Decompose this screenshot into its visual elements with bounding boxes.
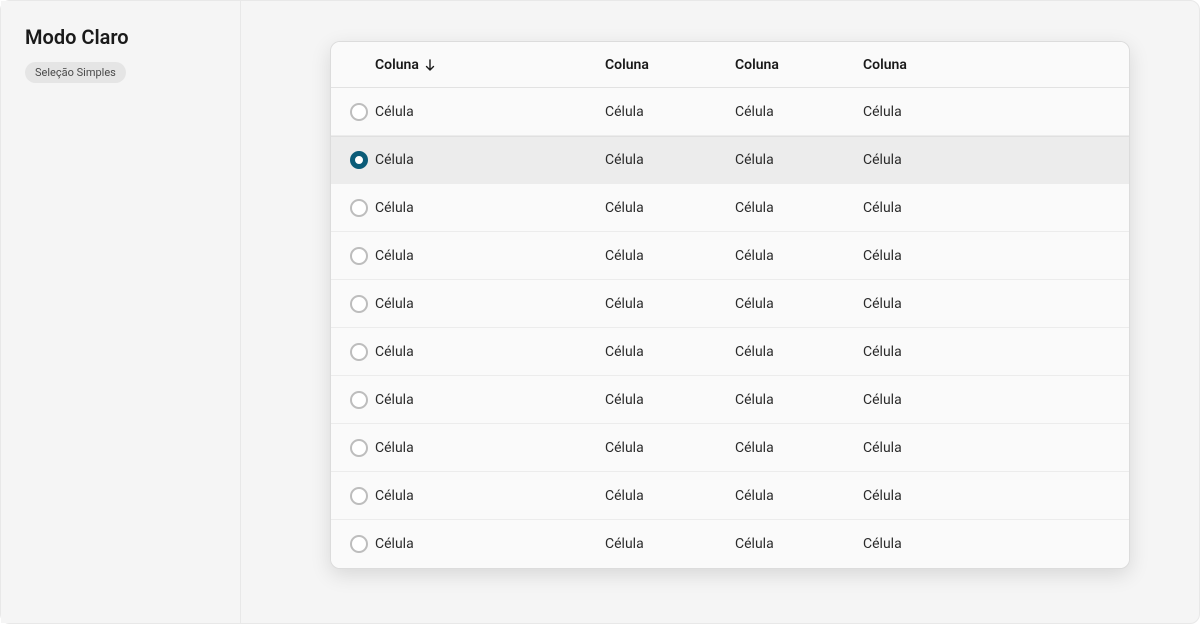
page-title: Modo Claro — [25, 25, 216, 49]
table-cell: Célula — [375, 440, 605, 456]
table-row[interactable]: CélulaCélulaCélulaCélula — [331, 88, 1129, 136]
table-cell: Célula — [375, 488, 605, 504]
table-cell: Célula — [735, 344, 863, 360]
table-cell: Célula — [735, 536, 863, 552]
table-cell: Célula — [863, 296, 991, 312]
table-cell: Célula — [605, 200, 735, 216]
table-cell: Célula — [735, 104, 863, 120]
table-row[interactable]: CélulaCélulaCélulaCélula — [331, 184, 1129, 232]
table-cell: Célula — [605, 104, 735, 120]
radio-cell — [331, 535, 375, 553]
table-cell: Célula — [735, 488, 863, 504]
table-cell: Célula — [863, 200, 991, 216]
table-cell: Célula — [605, 536, 735, 552]
table-cell: Célula — [605, 152, 735, 168]
row-radio[interactable] — [350, 199, 368, 217]
table-cell: Célula — [605, 296, 735, 312]
table-cell: Célula — [863, 488, 991, 504]
row-radio[interactable] — [350, 439, 368, 457]
table-row[interactable]: CélulaCélulaCélulaCélula — [331, 472, 1129, 520]
table-cell: Célula — [375, 344, 605, 360]
table-row[interactable]: CélulaCélulaCélulaCélula — [331, 136, 1129, 184]
radio-cell — [331, 103, 375, 121]
row-radio[interactable] — [350, 343, 368, 361]
column-header-1[interactable]: Coluna — [375, 57, 605, 73]
table-body: CélulaCélulaCélulaCélulaCélulaCélulaCélu… — [331, 88, 1129, 568]
table-cell: Célula — [863, 344, 991, 360]
radio-cell — [331, 199, 375, 217]
table-cell: Célula — [605, 392, 735, 408]
table-row[interactable]: CélulaCélulaCélulaCélula — [331, 520, 1129, 568]
column-header-label: Coluna — [375, 57, 419, 73]
table-cell: Célula — [605, 248, 735, 264]
column-header-3[interactable]: Coluna — [735, 57, 863, 73]
table-cell: Célula — [735, 152, 863, 168]
table-row[interactable]: CélulaCélulaCélulaCélula — [331, 424, 1129, 472]
table-cell: Célula — [863, 440, 991, 456]
sidebar: Modo Claro Seleção Simples — [1, 1, 241, 623]
table-cell: Célula — [375, 200, 605, 216]
table-cell: Célula — [863, 392, 991, 408]
table-cell: Célula — [735, 296, 863, 312]
data-table: Coluna Coluna Coluna Coluna Cél — [330, 41, 1130, 569]
row-radio[interactable] — [350, 151, 368, 169]
column-header-2[interactable]: Coluna — [605, 57, 735, 73]
table-cell: Célula — [375, 248, 605, 264]
table-cell: Célula — [375, 296, 605, 312]
table-cell: Célula — [605, 440, 735, 456]
column-header-label: Coluna — [605, 57, 649, 73]
table-cell: Célula — [605, 488, 735, 504]
table-cell: Célula — [605, 344, 735, 360]
radio-cell — [331, 487, 375, 505]
table-row[interactable]: CélulaCélulaCélulaCélula — [331, 328, 1129, 376]
table-cell: Célula — [735, 248, 863, 264]
table-cell: Célula — [863, 248, 991, 264]
row-radio[interactable] — [350, 487, 368, 505]
main-content: Coluna Coluna Coluna Coluna Cél — [241, 1, 1199, 623]
row-radio[interactable] — [350, 247, 368, 265]
radio-cell — [331, 439, 375, 457]
radio-cell — [331, 343, 375, 361]
column-header-label: Coluna — [735, 57, 779, 73]
table-cell: Célula — [863, 536, 991, 552]
table-cell: Célula — [735, 200, 863, 216]
table-cell: Célula — [735, 440, 863, 456]
radio-cell — [331, 295, 375, 313]
table-cell: Célula — [375, 152, 605, 168]
row-radio[interactable] — [350, 295, 368, 313]
row-radio[interactable] — [350, 535, 368, 553]
table-cell: Célula — [863, 152, 991, 168]
column-header-4[interactable]: Coluna — [863, 57, 991, 73]
table-cell: Célula — [863, 104, 991, 120]
table-row[interactable]: CélulaCélulaCélulaCélula — [331, 232, 1129, 280]
table-cell: Célula — [375, 392, 605, 408]
row-radio[interactable] — [350, 103, 368, 121]
table-cell: Célula — [375, 104, 605, 120]
radio-cell — [331, 151, 375, 169]
table-row[interactable]: CélulaCélulaCélulaCélula — [331, 376, 1129, 424]
table-cell: Célula — [735, 392, 863, 408]
sort-ascending-icon — [425, 58, 436, 71]
mode-chip: Seleção Simples — [25, 62, 126, 83]
table-cell: Célula — [375, 536, 605, 552]
app-frame: Modo Claro Seleção Simples Coluna Coluna — [0, 0, 1200, 624]
radio-cell — [331, 247, 375, 265]
table-row[interactable]: CélulaCélulaCélulaCélula — [331, 280, 1129, 328]
column-header-label: Coluna — [863, 57, 907, 73]
table-header-row: Coluna Coluna Coluna Coluna — [331, 42, 1129, 88]
radio-cell — [331, 391, 375, 409]
row-radio[interactable] — [350, 391, 368, 409]
